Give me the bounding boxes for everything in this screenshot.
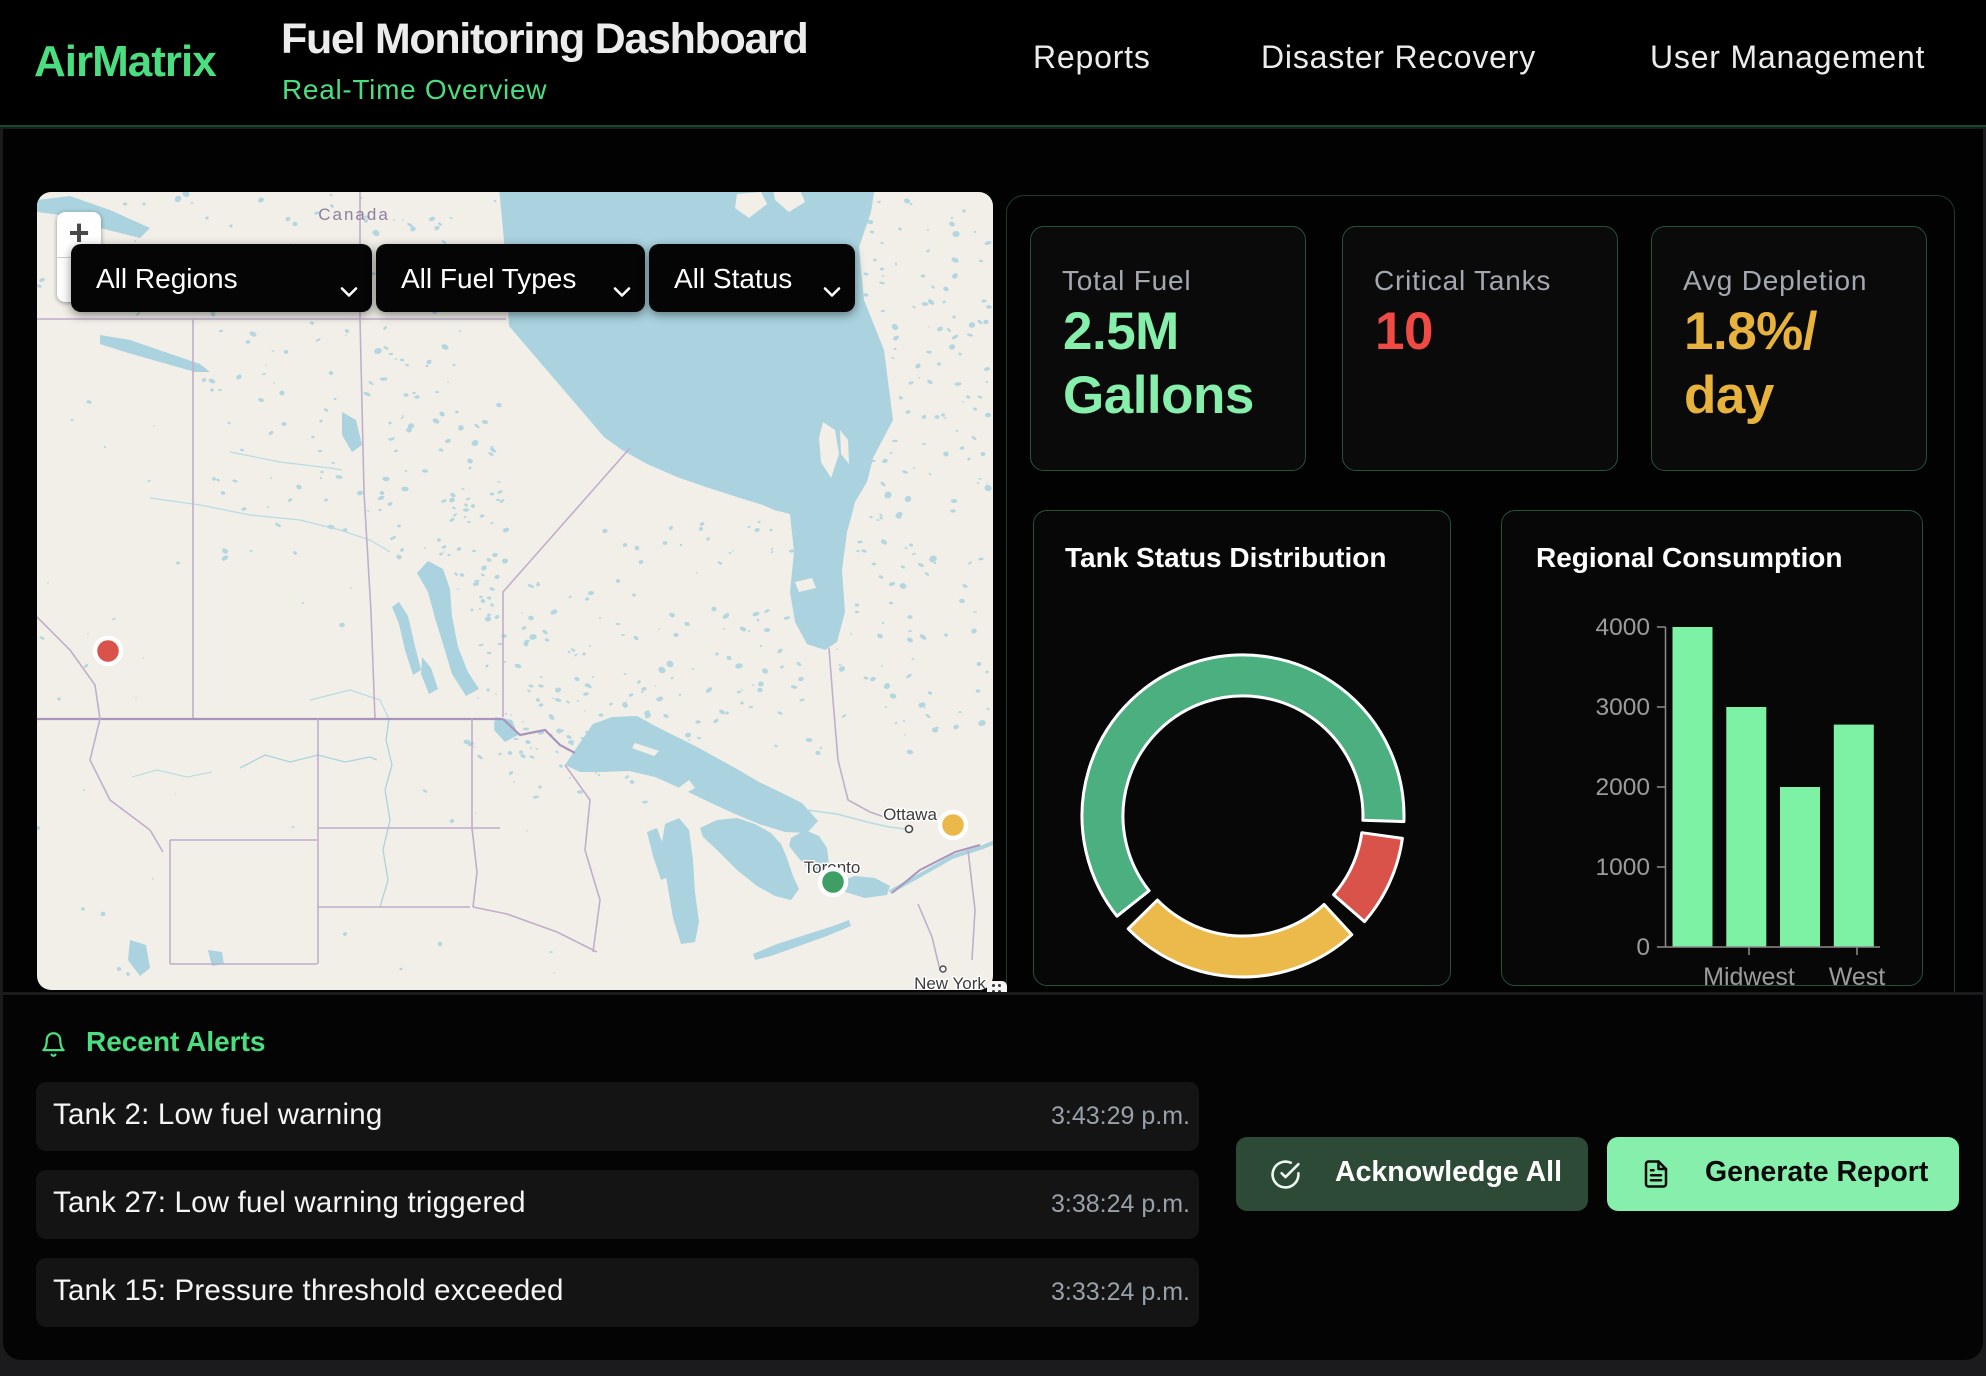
svg-text:4000: 4000 <box>1595 614 1650 641</box>
svg-text:Midwest: Midwest <box>1703 963 1795 986</box>
svg-text:West: West <box>1829 963 1886 986</box>
svg-text:0: 0 <box>1636 934 1650 961</box>
svg-text:2000: 2000 <box>1595 774 1650 801</box>
svg-text:3000: 3000 <box>1595 694 1650 721</box>
svg-text:Canada: Canada <box>318 205 390 224</box>
svg-text:New York: New York <box>914 974 986 990</box>
svg-text:1000: 1000 <box>1595 854 1650 881</box>
svg-text:Ottawa: Ottawa <box>883 805 937 824</box>
